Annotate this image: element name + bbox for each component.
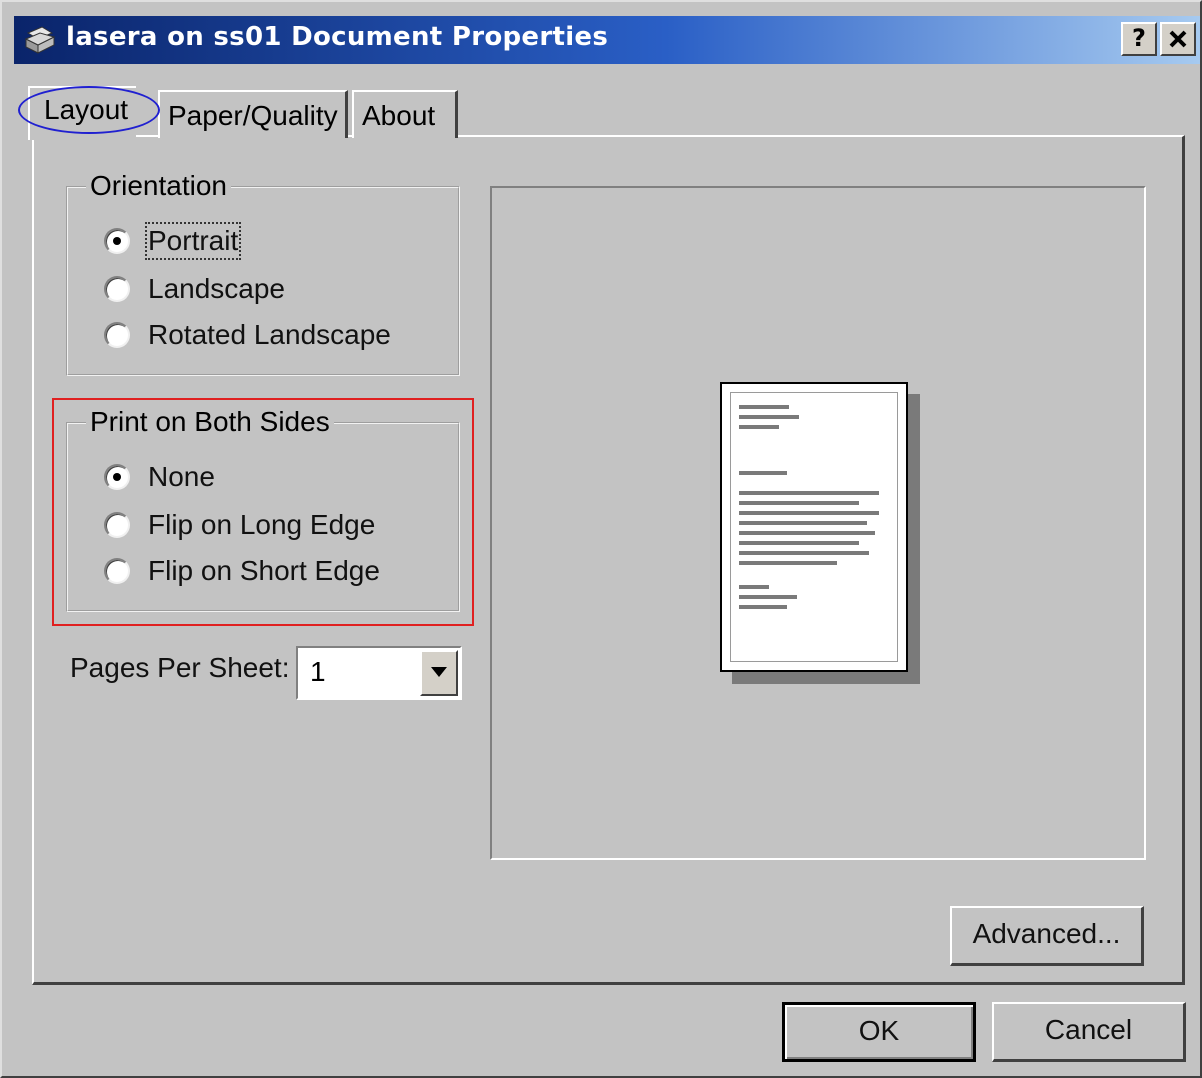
chevron-down-icon	[431, 667, 447, 677]
page-border	[730, 392, 898, 662]
tab-paper-quality[interactable]: Paper/Quality	[158, 90, 348, 138]
highlight-ellipse	[18, 86, 160, 134]
radio-button[interactable]	[104, 464, 130, 490]
radio-landscape[interactable]: Landscape	[104, 272, 285, 306]
radio-rotated-landscape[interactable]: Rotated Landscape	[104, 318, 391, 352]
radio-button[interactable]	[104, 512, 130, 538]
radio-label: Rotated Landscape	[148, 319, 391, 350]
radio-label: Flip on Short Edge	[148, 555, 380, 586]
ok-button[interactable]: OK	[782, 1002, 976, 1062]
help-button[interactable]: ?	[1121, 22, 1157, 56]
radio-label: None	[148, 461, 215, 492]
advanced-button[interactable]: Advanced...	[950, 906, 1144, 966]
radio-label: Flip on Long Edge	[148, 509, 376, 540]
close-icon	[1169, 30, 1187, 48]
radio-flip-short-edge[interactable]: Flip on Short Edge	[104, 554, 380, 588]
cancel-button[interactable]: Cancel	[992, 1002, 1186, 1062]
text-line	[739, 491, 879, 495]
radio-portrait[interactable]: Portrait	[104, 222, 242, 260]
text-line	[739, 561, 837, 565]
close-button[interactable]	[1160, 22, 1196, 56]
tab-about[interactable]: About	[352, 90, 458, 138]
orientation-legend: Orientation	[86, 170, 231, 202]
radio-none[interactable]: None	[104, 460, 215, 494]
pages-per-sheet-select[interactable]: 1	[296, 646, 462, 700]
text-line	[739, 521, 867, 525]
radio-button[interactable]	[104, 276, 130, 302]
radio-button[interactable]	[104, 322, 130, 348]
printer-icon	[24, 26, 56, 54]
window-title: lasera on ss01 Document Properties	[66, 22, 609, 52]
text-line	[739, 585, 769, 589]
text-line	[739, 511, 879, 515]
radio-label: Portrait	[144, 222, 242, 260]
document-properties-dialog: lasera on ss01 Document Properties ? Lay…	[0, 0, 1202, 1078]
text-line	[739, 471, 787, 475]
print-both-sides-legend: Print on Both Sides	[86, 406, 334, 438]
page-preview-icon	[720, 382, 908, 672]
pages-per-sheet-value: 1	[310, 656, 326, 687]
radio-button[interactable]	[104, 228, 130, 254]
text-line	[739, 531, 875, 535]
text-line	[739, 551, 869, 555]
text-line	[739, 605, 787, 609]
text-line	[739, 405, 789, 409]
radio-button[interactable]	[104, 558, 130, 584]
dropdown-button[interactable]	[420, 650, 458, 696]
pages-per-sheet-label: Pages Per Sheet:	[70, 652, 290, 683]
text-line	[739, 541, 859, 545]
text-line	[739, 415, 799, 419]
print-both-sides-group: Print on Both Sides None Flip on Long Ed…	[66, 406, 460, 612]
radio-flip-long-edge[interactable]: Flip on Long Edge	[104, 508, 375, 542]
orientation-group: Orientation Portrait Landscape Rotated L…	[66, 170, 460, 376]
text-line	[739, 501, 859, 505]
text-line	[739, 425, 779, 429]
text-line	[739, 595, 797, 599]
title-bar[interactable]: lasera on ss01 Document Properties ?	[14, 16, 1200, 64]
radio-label: Landscape	[148, 273, 286, 304]
